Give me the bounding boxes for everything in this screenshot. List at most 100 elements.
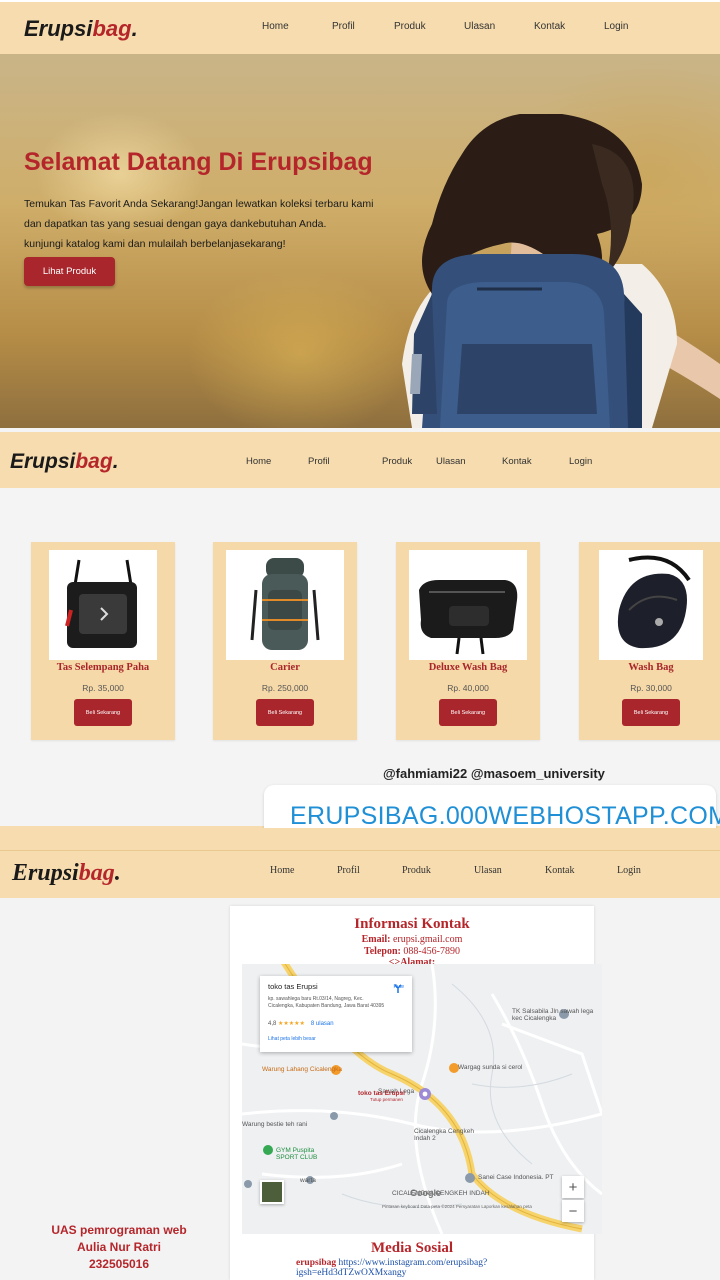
url-link-banner[interactable]: ERUPSIBAG.000WEBHOSTAPP.COM [264, 785, 720, 828]
place-address: kp. sawahlega baru Rt.03/14, Nagreg, Kec… [268, 996, 385, 1009]
brand-name: Erupsi [12, 860, 79, 886]
brand-logo[interactable]: Erupsibag. [24, 16, 138, 42]
buy-now-button[interactable]: Beli Sekarang [439, 699, 497, 726]
nav-login[interactable]: Login [604, 21, 644, 32]
phone-value: 088-456-7890 [403, 946, 461, 957]
map-label: TK Salsabila Jln sawah lega kec Cicaleng… [512, 1008, 594, 1022]
nav-home[interactable]: Home [262, 21, 332, 32]
rating-value: 4,8 [268, 1021, 277, 1027]
directions-icon [394, 984, 402, 993]
zoom-in-button[interactable]: + [562, 1176, 584, 1198]
product-price: Rp. 35,000 [82, 683, 124, 693]
thigh-bag-image [49, 550, 157, 660]
wash-bag-image [409, 550, 527, 660]
product-card: Carier Rp. 250,000 Beli Sekarang [213, 542, 357, 740]
product-price: Rp. 250,000 [261, 683, 309, 693]
product-price: Rp. 40,000 [447, 683, 489, 693]
hero-line: dan dapatkan tas yang sesuai dengan gaya… [24, 218, 327, 230]
navbar: Erupsibag. Home Profil Produk Ulasan Kon… [0, 0, 720, 54]
brand-dot: . [114, 860, 121, 886]
hero-title: Selamat Datang Di Erupsibag [24, 148, 373, 176]
view-products-button[interactable]: Lihat Produk [24, 257, 115, 286]
brand-logo[interactable]: Erupsibag. [12, 860, 121, 887]
brand-accent: bag [92, 16, 132, 41]
bigger-map-link[interactable]: Lihat peta lebih besar [268, 1036, 316, 1042]
nav-home[interactable]: Home [246, 456, 308, 467]
product-name: Deluxe Wash Bag [428, 662, 508, 673]
product-card: Tas Selempang Paha Rp. 35,000 Beli Sekar… [31, 542, 175, 740]
map-footer: Pintasan keyboard Data peta ©2024 Persya… [382, 1204, 532, 1209]
nav-produk[interactable]: Produk [394, 21, 464, 32]
nav-login[interactable]: Login [617, 865, 657, 876]
satellite-toggle[interactable] [260, 1180, 284, 1204]
girl-with-backpack-image [402, 114, 720, 428]
zoom-out-button[interactable]: − [562, 1200, 584, 1222]
credits-id: 232505016 [88, 1257, 150, 1271]
nav-menu: Home Profil Produk Ulasan Kontak Login [270, 865, 657, 876]
buy-now-button[interactable]: Beli Sekarang [256, 699, 314, 726]
brand-name: Erupsi [24, 16, 93, 41]
brand-dot: . [131, 16, 138, 41]
buy-now-button[interactable]: Beli Sekarang [622, 699, 680, 726]
nav-kontak[interactable]: Kontak [534, 21, 604, 32]
contact-info-card: Informasi Kontak Email: erupsi.gmail.com… [230, 906, 602, 1280]
waist-bag-image [599, 550, 703, 660]
email-value: erupsi.gmail.com [392, 934, 463, 945]
map-label: Sanei Case Indonesia. PT [478, 1174, 554, 1181]
nav-ulasan[interactable]: Ulasan [464, 21, 534, 32]
nav-produk[interactable]: Produk [382, 456, 436, 467]
email-label: Email: [361, 934, 391, 945]
hero-banner: Selamat Datang Di Erupsibag Temukan Tas … [0, 54, 720, 428]
product-price: Rp. 30,000 [630, 683, 672, 693]
place-rating: 4,8 ★★★★★ 8 ulasan [268, 1020, 334, 1027]
credits-course: UAS pemrograman web [51, 1223, 187, 1237]
nav-profil[interactable]: Profil [337, 865, 402, 876]
place-name: toko tas Erupsi [268, 982, 318, 991]
nav-profil[interactable]: Profil [332, 21, 394, 32]
credits: UAS pemrograman web Aulia Nur Ratri 2325… [34, 1222, 204, 1273]
map-pin-sublabel: Tutup permanen [370, 1097, 403, 1102]
map-pin-label: toko tas Erupsi [358, 1090, 405, 1097]
backpack-image [226, 550, 344, 660]
map-label: GYM Puspita SPORT CLUB [276, 1147, 318, 1161]
google-logo: Google [410, 1188, 441, 1198]
nav-ulasan[interactable]: Ulasan [474, 865, 545, 876]
nav-menu: Home Profil Produk Ulasan Kontak Login [246, 456, 609, 467]
google-map-embed[interactable]: toko tas Erupsi kp. sawahlega baru Rt.03… [242, 964, 602, 1234]
map-label: Warung Lahang Cicalengka [262, 1066, 342, 1073]
navbar: Erupsibag. Home Profil Produk Ulasan Kon… [0, 850, 720, 898]
brand-logo[interactable]: Erupsibag. [10, 450, 119, 474]
hero-section: Erupsibag. Home Profil Produk Ulasan Kon… [0, 0, 720, 428]
product-name: Carier [270, 662, 300, 673]
product-name: Wash Bag [628, 662, 674, 673]
social-media-title: Media Sosial [370, 1240, 454, 1256]
contact-phone: Telepon: 088-456-7890 [230, 946, 594, 957]
reviews-link[interactable]: 8 ulasan [311, 1021, 334, 1027]
brand-accent: bag [78, 860, 115, 886]
social-media-line: erupsibag https://www.instagram.com/erup… [296, 1258, 536, 1278]
products-section: Erupsibag. Home Profil Produk Ulasan Kon… [0, 428, 720, 828]
nav-home[interactable]: Home [270, 865, 337, 876]
nav-profil[interactable]: Profil [308, 456, 382, 467]
rating-stars: ★★★★★ [278, 1021, 305, 1027]
website-url[interactable]: ERUPSIBAG.000WEBHOSTAPP.COM [290, 802, 720, 829]
hero-description: Temukan Tas Favorit Anda Sekarang!Jangan… [24, 194, 414, 254]
nav-kontak[interactable]: Kontak [545, 865, 617, 876]
buy-now-button[interactable]: Beli Sekarang [74, 699, 132, 726]
credits-name: Aulia Nur Ratri [76, 1240, 161, 1254]
nav-menu: Home Profil Produk Ulasan Kontak Login [262, 21, 644, 32]
product-card: Wash Bag Rp. 30,000 Beli Sekarang [579, 542, 720, 740]
nav-login[interactable]: Login [569, 456, 609, 467]
map-label: Cicalengka Cengkeh Indah 2 [414, 1128, 474, 1142]
screenshot-collage: Erupsibag. Home Profil Produk Ulasan Kon… [0, 0, 720, 1280]
contact-section: Erupsibag. Home Profil Produk Ulasan Kon… [0, 828, 720, 1280]
phone-label: Telepon: [363, 946, 401, 957]
place-info-popup[interactable]: toko tas Erupsi kp. sawahlega baru Rt.03… [260, 976, 412, 1052]
map-label: Wargag sunda si cerol [458, 1064, 523, 1071]
route-button[interactable]: Rute [393, 984, 404, 993]
nav-kontak[interactable]: Kontak [502, 456, 569, 467]
nav-ulasan[interactable]: Ulasan [436, 456, 502, 467]
brand-dot: . [112, 450, 119, 473]
hero-line: Temukan Tas Favorit Anda Sekarang!Jangan… [24, 198, 374, 210]
nav-produk[interactable]: Produk [402, 865, 474, 876]
